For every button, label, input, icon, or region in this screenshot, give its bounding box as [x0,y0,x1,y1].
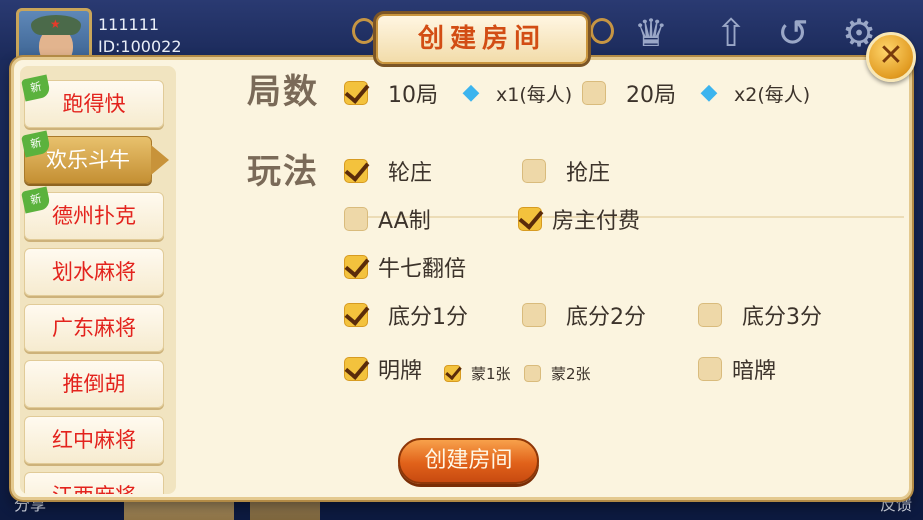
aa-payment-option[interactable]: AA制 [344,204,431,234]
niu-seven-double-option[interactable]: 牛七翻倍 [344,252,466,282]
sidebar-item-huashui-mahjong[interactable]: 划水麻将 [24,248,164,296]
user-id: ID:100022 [98,37,182,56]
base-score-3-option[interactable]: 底分3分 [698,300,822,330]
rounds-10-label: 10局 [388,83,438,108]
sidebar-item-guangdong-mahjong[interactable]: 广东麻将 [24,304,164,352]
gameplay-label: 玩法 [247,152,319,192]
hidden-cards-checkbox[interactable] [698,357,722,381]
aa-payment-checkbox[interactable] [344,207,368,231]
base-score-1-option[interactable]: 底分1分 [344,300,468,330]
hidden-cards-option[interactable]: 暗牌 [698,354,776,384]
active-tab-arrow [151,145,169,175]
base-score-2-checkbox[interactable] [522,303,546,327]
sidebar-item-texas-poker[interactable]: 新 德州扑克 [20,186,164,240]
rounds-label: 局数 [247,72,319,112]
rounds-20-checkbox[interactable] [582,81,606,105]
trophy-icon[interactable]: ♛ [628,10,674,56]
rounds-10-option[interactable]: 10局 ◆ x1(每人) [344,78,572,108]
base-score-1-checkbox[interactable] [344,303,368,327]
banker-rotate-option[interactable]: 轮庄 [344,156,432,186]
game-list-sidebar[interactable]: 新 跑得快 新 欢乐斗牛 新 德州扑克 划水麻将 广东麻将 推倒胡 红中麻将 江… [20,66,176,494]
rounds-10-cost: x1(每人) [496,83,573,106]
user-name: 111111 [98,15,160,34]
create-room-button[interactable]: 创建房间 [398,438,539,484]
rounds-10-checkbox[interactable] [344,81,368,105]
dialog-title: 创建房间 [376,14,588,64]
banker-grab-label: 抢庄 [566,161,611,186]
new-badge: 新 [20,74,52,102]
sidebar-item-label: 划水麻将 [52,260,136,284]
niu-seven-double-label: 牛七翻倍 [378,257,467,282]
owner-pays-checkbox[interactable] [518,207,542,231]
base-score-2-label: 底分2分 [566,305,646,330]
arrow-up-icon[interactable]: ⇧ [708,10,754,56]
sidebar-item-label: 江西麻将 [52,473,136,494]
banker-rotate-label: 轮庄 [388,161,433,186]
sidebar-item-hongzhong-mahjong[interactable]: 红中麻将 [24,416,164,464]
hide-one-option[interactable]: 蒙1张 [444,358,511,388]
banker-grab-option[interactable]: 抢庄 [522,156,610,186]
banner-ornament [590,18,614,44]
aa-payment-label: AA制 [378,209,431,234]
sidebar-item-tuidaohu[interactable]: 推倒胡 [24,360,164,408]
show-cards-checkbox[interactable] [344,357,368,381]
sidebar-item-label: 广东麻将 [52,316,136,340]
base-score-3-label: 底分3分 [742,305,822,330]
sidebar-item-paodekuai[interactable]: 新 跑得快 [20,74,164,128]
diamond-icon: ◆ [462,80,480,105]
banker-grab-checkbox[interactable] [522,159,546,183]
hidden-cards-label: 暗牌 [732,359,777,384]
hide-one-checkbox[interactable] [444,364,461,382]
show-cards-label: 明牌 [378,359,423,384]
show-cards-option[interactable]: 明牌 [344,354,422,384]
hide-two-option[interactable]: 蒙2张 [524,358,591,388]
hide-one-label: 蒙1张 [471,364,511,383]
rounds-20-label: 20局 [626,83,676,108]
sidebar-item-label: 推倒胡 [62,372,126,396]
owner-pays-option[interactable]: 房主付费 [518,204,640,234]
base-score-2-option[interactable]: 底分2分 [522,300,646,330]
niu-seven-double-checkbox[interactable] [344,255,368,279]
sidebar-item-jiangxi-mahjong[interactable]: 江西麻将 [24,472,164,494]
create-room-dialog: 新 跑得快 新 欢乐斗牛 新 德州扑克 划水麻将 广东麻将 推倒胡 红中麻将 江… [11,57,912,500]
diamond-icon: ◆ [700,80,718,105]
base-score-3-checkbox[interactable] [698,303,722,327]
banner-ornament [352,18,376,44]
close-button[interactable]: ✕ [866,32,916,82]
banker-rotate-checkbox[interactable] [344,159,368,183]
star-icon: ★ [50,17,61,31]
hide-two-label: 蒙2张 [551,364,591,383]
rounds-20-option[interactable]: 20局 ◆ x2(每人) [582,78,810,108]
sidebar-item-label: 德州扑克 [52,204,136,228]
rounds-20-cost: x2(每人) [734,83,811,106]
sidebar-item-label: 跑得快 [62,92,126,116]
sidebar-item-label: 红中麻将 [52,428,136,452]
sidebar-item-huanle-douniu[interactable]: 新 欢乐斗牛 [20,130,169,184]
owner-pays-label: 房主付费 [552,209,641,234]
close-icon: ✕ [878,38,904,73]
new-badge: 新 [20,186,52,214]
hide-two-checkbox[interactable] [524,364,541,382]
sidebar-item-label: 欢乐斗牛 [46,148,130,172]
refresh-icon[interactable]: ↺ [770,10,816,56]
base-score-1-label: 底分1分 [388,305,468,330]
